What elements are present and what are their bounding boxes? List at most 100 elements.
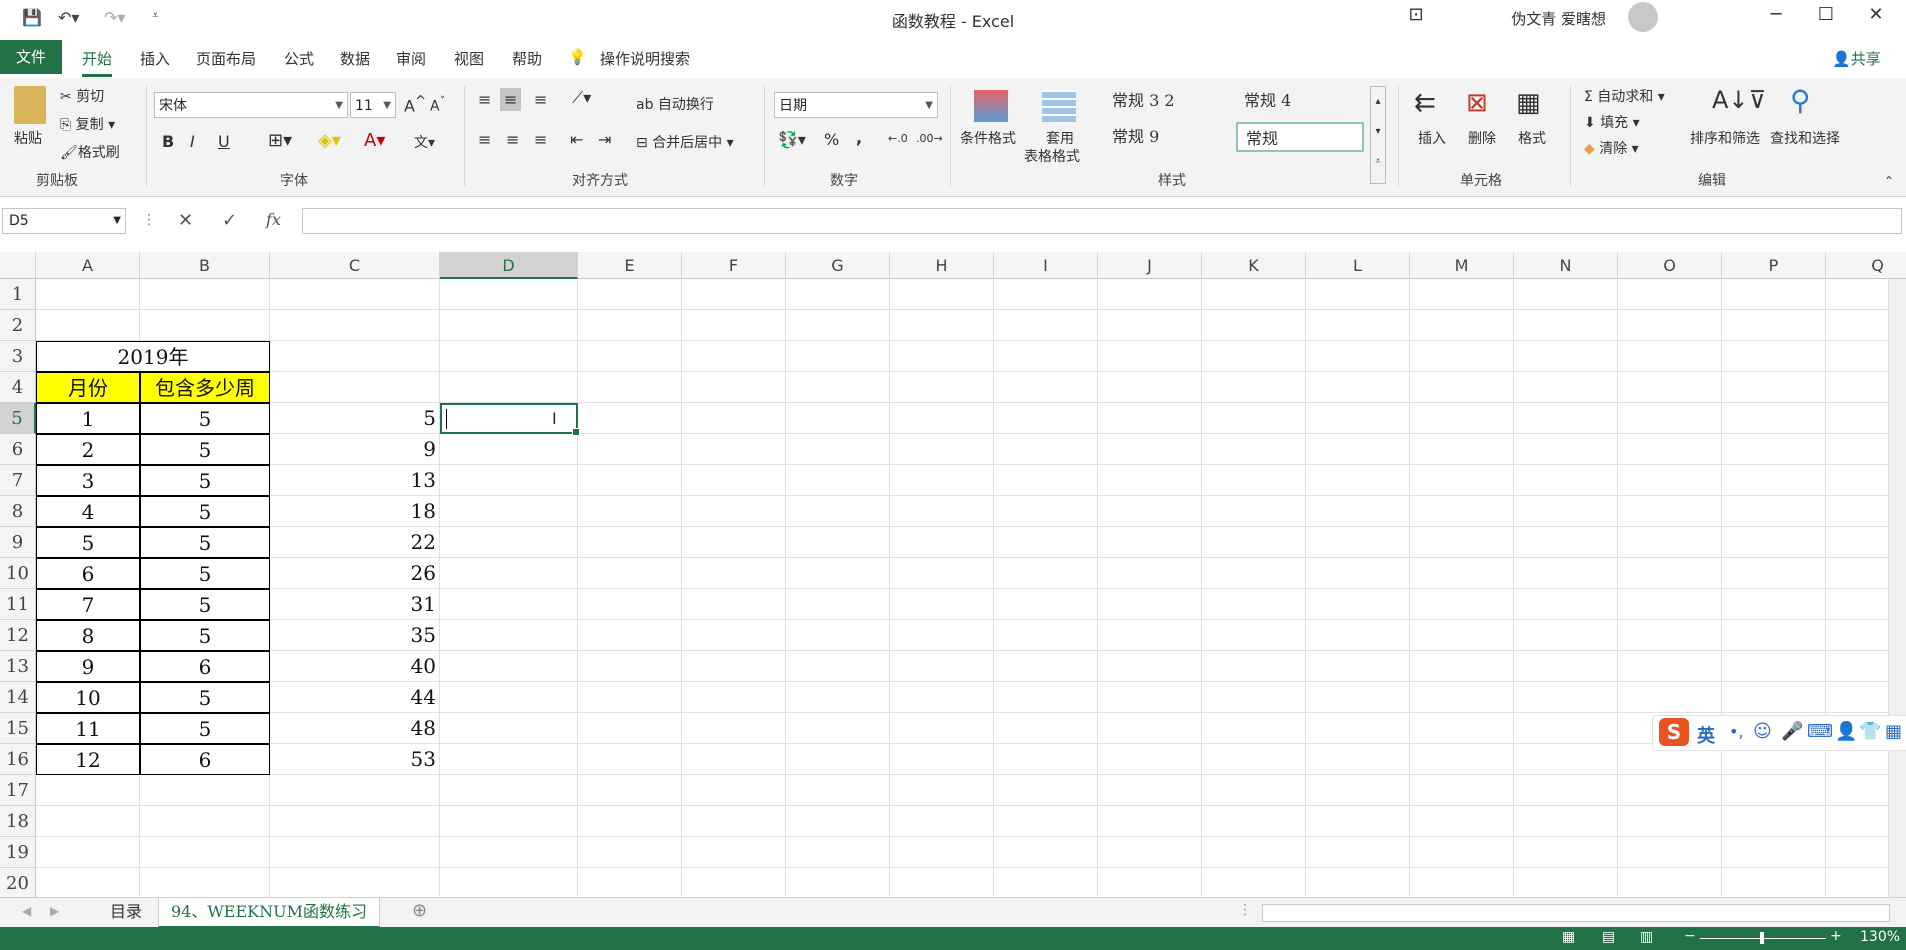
zoom-slider-thumb[interactable]: [1760, 932, 1764, 944]
column-header-p[interactable]: P: [1722, 252, 1826, 279]
row-header-16[interactable]: 16: [0, 744, 36, 775]
maximize-icon[interactable]: ☐: [1806, 4, 1846, 30]
row-header-12[interactable]: 12: [0, 620, 36, 651]
cell-c13[interactable]: 40: [270, 651, 440, 682]
minimize-icon[interactable]: ─: [1756, 4, 1796, 30]
merge-center-button[interactable]: ⊟ 合并后居中 ▾: [636, 132, 734, 152]
percent-button[interactable]: %: [824, 130, 839, 149]
decrease-decimal-icon[interactable]: .00→: [916, 132, 943, 145]
number-format-select[interactable]: 日期 ▼: [774, 92, 938, 118]
tab-help[interactable]: 帮助: [512, 48, 542, 69]
cell-b13[interactable]: 6: [140, 651, 270, 682]
row-header-2[interactable]: 2: [0, 310, 36, 341]
skin-icon[interactable]: 👕: [1859, 721, 1881, 742]
zoom-level[interactable]: 130%: [1860, 929, 1900, 945]
conditional-format-icon[interactable]: [974, 90, 1008, 122]
font-name-select[interactable]: 宋体 ▼: [154, 92, 348, 118]
column-header-f[interactable]: F: [682, 252, 786, 279]
column-header-k[interactable]: K: [1202, 252, 1306, 279]
font-color-icon[interactable]: A▾: [364, 130, 385, 151]
cell-a12[interactable]: 8: [36, 620, 140, 651]
cell-c7[interactable]: 13: [270, 465, 440, 496]
column-header-n[interactable]: N: [1514, 252, 1618, 279]
keyboard-icon[interactable]: ⌨: [1807, 721, 1833, 742]
tab-page-layout[interactable]: 页面布局: [196, 48, 256, 69]
collapse-ribbon-icon[interactable]: ⌃: [1884, 174, 1894, 188]
bold-button[interactable]: B: [162, 132, 174, 151]
cell-b11[interactable]: 5: [140, 589, 270, 620]
enter-icon[interactable]: ✓: [222, 210, 237, 231]
cell-a6[interactable]: 2: [36, 434, 140, 465]
clear-button[interactable]: ◆ 清除 ▾: [1584, 138, 1639, 158]
cell-c10[interactable]: 26: [270, 558, 440, 589]
ime-language[interactable]: 英: [1697, 722, 1715, 748]
row-header-13[interactable]: 13: [0, 651, 36, 682]
cell-c8[interactable]: 18: [270, 496, 440, 527]
row-header-19[interactable]: 19: [0, 837, 36, 868]
cell-a15[interactable]: 11: [36, 713, 140, 744]
format-as-table-line1[interactable]: 套用: [1046, 128, 1074, 148]
tab-insert[interactable]: 插入: [140, 48, 170, 69]
style-gallery-item[interactable]: 常规 4: [1236, 86, 1364, 116]
cell-b6[interactable]: 5: [140, 434, 270, 465]
tell-me-search[interactable]: 操作说明搜索: [600, 48, 690, 69]
fill-button[interactable]: ⬇ 填充 ▾: [1584, 112, 1640, 132]
user-name[interactable]: 伪文青 爱瞎想: [1511, 8, 1606, 29]
row-header-14[interactable]: 14: [0, 682, 36, 713]
sheet-tab-contents[interactable]: 目录: [98, 898, 154, 926]
close-icon[interactable]: ✕: [1856, 4, 1896, 30]
border-icon[interactable]: ⊞▾: [268, 130, 292, 151]
column-header-g[interactable]: G: [786, 252, 890, 279]
page-break-view-icon[interactable]: ▥: [1640, 929, 1653, 945]
tab-view[interactable]: 视图: [454, 48, 484, 69]
column-header-i[interactable]: I: [994, 252, 1098, 279]
row-header-11[interactable]: 11: [0, 589, 36, 620]
style-gallery-item[interactable]: 常规 9: [1104, 122, 1232, 152]
cell-a10[interactable]: 6: [36, 558, 140, 589]
decrease-indent-icon[interactable]: ⇤: [570, 130, 583, 149]
shrink-font-icon[interactable]: Aˇ: [430, 94, 445, 115]
share-button[interactable]: 👤共享: [1832, 48, 1881, 69]
cell-a7[interactable]: 3: [36, 465, 140, 496]
paste-button[interactable]: 粘贴: [14, 128, 42, 148]
cell-a11[interactable]: 7: [36, 589, 140, 620]
delete-cells-button[interactable]: 删除: [1468, 128, 1496, 148]
format-painter-button[interactable]: 🖌格式刷: [60, 142, 120, 162]
formula-input[interactable]: [302, 208, 1902, 234]
comma-button[interactable]: ,: [856, 128, 862, 147]
font-size-select[interactable]: 11 ▼: [350, 92, 396, 118]
tab-home[interactable]: 开始: [82, 48, 113, 77]
column-header-m[interactable]: M: [1410, 252, 1514, 279]
format-cells-button[interactable]: 格式: [1518, 128, 1546, 148]
accounting-format-icon[interactable]: 💱▾: [778, 130, 806, 149]
cell-a4-header-month[interactable]: 月份: [36, 372, 140, 403]
row-header-8[interactable]: 8: [0, 496, 36, 527]
microphone-icon[interactable]: 🎤: [1781, 721, 1803, 742]
copy-button[interactable]: ⎘ 复制 ▾: [60, 114, 115, 134]
column-header-b[interactable]: B: [140, 252, 270, 279]
autosum-button[interactable]: Σ 自动求和 ▾: [1584, 86, 1665, 106]
style-gallery-item-selected[interactable]: 常规: [1236, 122, 1364, 152]
cell-a14[interactable]: 10: [36, 682, 140, 713]
row-header-1[interactable]: 1: [0, 279, 36, 310]
row-header-3[interactable]: 3: [0, 341, 36, 372]
fill-color-icon[interactable]: ◈▾: [318, 130, 341, 151]
increase-decimal-icon[interactable]: ←.0: [888, 132, 908, 145]
cell-b16[interactable]: 6: [140, 744, 270, 775]
cell-c6[interactable]: 9: [270, 434, 440, 465]
row-header-9[interactable]: 9: [0, 527, 36, 558]
format-as-table-line2[interactable]: 表格格式: [1024, 146, 1080, 166]
normal-view-icon[interactable]: ▦: [1562, 929, 1575, 945]
select-all-corner[interactable]: [0, 252, 36, 279]
vertical-scrollbar[interactable]: [1888, 279, 1906, 897]
cell-b9[interactable]: 5: [140, 527, 270, 558]
user-icon[interactable]: 👤: [1835, 721, 1857, 742]
column-header-l[interactable]: L: [1306, 252, 1410, 279]
emoji-icon[interactable]: ☺: [1753, 721, 1772, 742]
row-header-7[interactable]: 7: [0, 465, 36, 496]
row-header-17[interactable]: 17: [0, 775, 36, 806]
grow-font-icon[interactable]: A^: [404, 94, 426, 115]
cell-c9[interactable]: 22: [270, 527, 440, 558]
sogou-logo-icon[interactable]: S: [1659, 718, 1689, 746]
column-header-j[interactable]: J: [1098, 252, 1202, 279]
